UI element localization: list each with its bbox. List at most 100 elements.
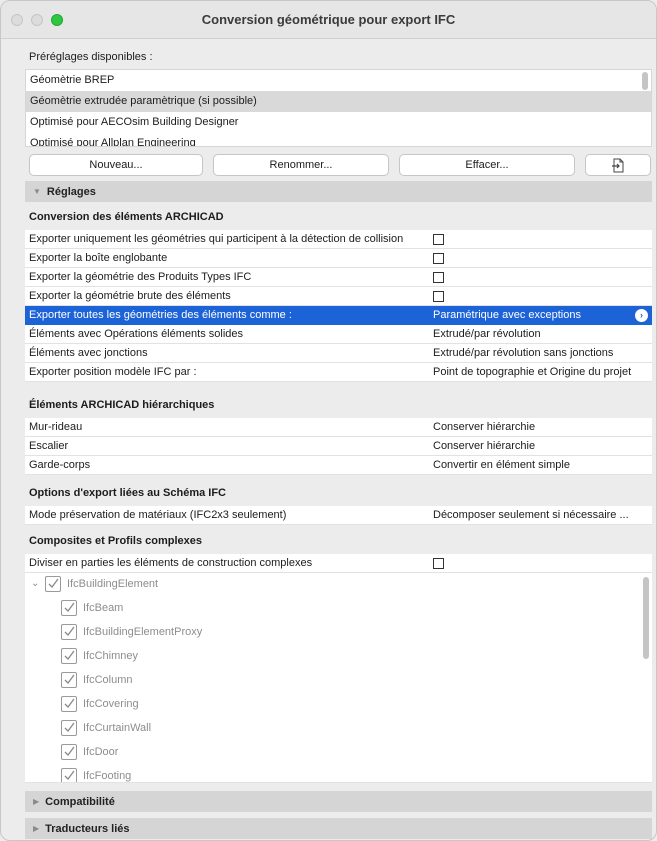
settings-section-title: Réglages — [46, 186, 96, 198]
row-value: Conserver hiérarchie — [433, 440, 536, 452]
row-value: Point de topographie et Origine du proje… — [433, 366, 632, 378]
preset-item[interactable]: Géomètrie BREP — [26, 70, 651, 91]
tree-node-label: IfcBeam — [83, 602, 124, 614]
hierarchical-table: Mur-rideau Conserver hiérarchie Escalier… — [25, 418, 652, 475]
conversion-row[interactable]: Exporter uniquement les géométries qui p… — [25, 230, 652, 249]
bounding-box-checkbox[interactable] — [433, 253, 444, 264]
expanded-triangle-icon: ▼ — [33, 187, 41, 196]
collapsed-triangle-icon: ▶ — [33, 797, 40, 806]
presets-label: Préréglages disponibles : — [29, 51, 153, 63]
conversion-row-selected[interactable]: Exporter toutes les géométries des éléme… — [25, 306, 652, 325]
hierarchical-row[interactable]: Mur-rideau Conserver hiérarchie — [25, 418, 652, 437]
row-label: Exporter uniquement les géométries qui p… — [29, 233, 404, 245]
compat-section-title: Compatibilité — [45, 796, 115, 808]
conversion-group-title: Conversion des éléments ARCHICAD — [29, 211, 224, 223]
tree-child-node[interactable]: IfcCovering — [61, 693, 139, 715]
collapsed-triangle-icon: ▶ — [33, 824, 40, 833]
tree-checkbox[interactable] — [61, 768, 77, 782]
tree-node-label: IfcFooting — [83, 770, 132, 782]
tree-checkbox[interactable] — [45, 576, 61, 592]
split-elements-checkbox[interactable] — [433, 558, 444, 569]
schema-group-title: Options d'export liées au Schéma IFC — [29, 487, 226, 499]
row-label: Exporter position modèle IFC par : — [29, 366, 197, 378]
composites-row[interactable]: Diviser en parties les éléments de const… — [25, 554, 652, 573]
checkmark-icon — [64, 674, 75, 684]
row-label: Exporter la géométrie des Produits Types… — [29, 271, 252, 283]
conversion-row[interactable]: Exporter position modèle IFC par : Point… — [25, 363, 652, 382]
row-label: Garde-corps — [29, 459, 91, 471]
conversion-row[interactable]: Exporter la géométrie brute des éléments — [25, 287, 652, 306]
rename-preset-button[interactable]: Renommer... — [213, 154, 389, 176]
composites-table: Diviser en parties les éléments de const… — [25, 554, 652, 573]
hierarchical-row[interactable]: Garde-corps Convertir en élément simple — [25, 456, 652, 475]
row-label: Exporter la boîte englobante — [29, 252, 168, 264]
row-value: Paramétrique avec exceptions — [433, 309, 581, 321]
checkmark-icon — [64, 626, 75, 636]
row-label: Diviser en parties les éléments de const… — [29, 557, 313, 569]
checkmark-icon — [64, 722, 75, 732]
chevron-right-icon[interactable]: › — [635, 309, 648, 322]
tree-child-node[interactable]: IfcChimney — [61, 645, 138, 667]
chevron-down-icon[interactable]: ⌄ — [31, 578, 39, 589]
tree-checkbox[interactable] — [61, 624, 77, 640]
row-value: Décomposer seulement si nécessaire ... — [433, 509, 629, 521]
tree-checkbox[interactable] — [61, 672, 77, 688]
tree-node-label: IfcBuildingElement — [67, 578, 159, 590]
row-value: Conserver hiérarchie — [433, 421, 536, 433]
ifc-conversion-window: Conversion géométrique pour export IFC P… — [0, 0, 657, 841]
tree-checkbox[interactable] — [61, 720, 77, 736]
tree-checkbox[interactable] — [61, 744, 77, 760]
conversion-row[interactable]: Éléments avec Opérations éléments solide… — [25, 325, 652, 344]
schema-row[interactable]: Mode préservation de matériaux (IFC2x3 s… — [25, 506, 652, 525]
compat-section-header[interactable]: ▶ Compatibilité — [25, 791, 652, 812]
preset-item[interactable]: Optimisé pour Allplan Engineering — [26, 133, 651, 146]
tree-node-label: IfcBuildingElementProxy — [83, 626, 203, 638]
raw-geometry-checkbox[interactable] — [433, 291, 444, 302]
row-label: Escalier — [29, 440, 69, 452]
composites-group-title: Composites et Profils complexes — [29, 535, 202, 547]
window-title: Conversion géométrique pour export IFC — [201, 12, 456, 27]
conversion-row[interactable]: Exporter la géométrie des Produits Types… — [25, 268, 652, 287]
tree-checkbox[interactable] — [61, 648, 77, 664]
row-label: Exporter la géométrie brute des éléments — [29, 290, 231, 302]
row-label: Éléments avec Opérations éléments solide… — [29, 328, 243, 340]
hierarchical-group-title: Éléments ARCHICAD hiérarchiques — [29, 399, 215, 411]
tree-root-node[interactable]: IfcBuildingElement — [45, 573, 158, 595]
hierarchical-row[interactable]: Escalier Conserver hiérarchie — [25, 437, 652, 456]
tree-child-node[interactable]: IfcCurtainWall — [61, 717, 151, 739]
checkmark-icon — [64, 602, 75, 612]
tree-child-node[interactable]: IfcDoor — [61, 741, 118, 763]
settings-section-header[interactable]: ▼ Réglages — [25, 181, 652, 202]
row-label: Mode préservation de matériaux (IFC2x3 s… — [29, 509, 287, 521]
tree-node-label: IfcChimney — [83, 650, 139, 662]
collision-only-checkbox[interactable] — [433, 234, 444, 245]
tree-child-node[interactable]: IfcFooting — [61, 765, 132, 782]
row-label: Mur-rideau — [29, 421, 83, 433]
row-value: Extrudé/par révolution — [433, 328, 541, 340]
row-label: Exporter toutes les géométries des éléme… — [29, 309, 292, 321]
translators-section-header[interactable]: ▶ Traducteurs liés — [25, 818, 652, 839]
tree-scrollbar[interactable] — [643, 577, 649, 659]
schema-table: Mode préservation de matériaux (IFC2x3 s… — [25, 506, 652, 525]
title-bar: Conversion géométrique pour export IFC — [1, 1, 656, 39]
conversion-row[interactable]: Éléments avec jonctions Extrudé/par révo… — [25, 344, 652, 363]
preset-item-selected[interactable]: Géomètrie extrudée paramètrique (si poss… — [26, 91, 651, 112]
tree-child-node[interactable]: IfcColumn — [61, 669, 133, 691]
row-value: Extrudé/par révolution sans jonctions — [433, 347, 614, 359]
preset-item[interactable]: Optimisé pour AECOsim Building Designer — [26, 112, 651, 133]
delete-preset-button[interactable]: Effacer... — [399, 154, 575, 176]
tree-child-node[interactable]: IfcBeam — [61, 597, 123, 619]
tree-child-node[interactable]: IfcBuildingElementProxy — [61, 621, 202, 643]
checkmark-icon — [64, 698, 75, 708]
presets-scrollbar[interactable] — [642, 72, 648, 90]
tree-node-label: IfcDoor — [83, 746, 119, 758]
tree-node-label: IfcCovering — [83, 698, 139, 710]
tree-checkbox[interactable] — [61, 696, 77, 712]
export-preset-button[interactable] — [585, 154, 651, 176]
type-products-checkbox[interactable] — [433, 272, 444, 283]
new-preset-button[interactable]: Nouveau... — [29, 154, 203, 176]
ifc-element-tree[interactable]: ⌄ IfcBuildingElement IfcBeam IfcBuilding… — [25, 573, 652, 783]
conversion-row[interactable]: Exporter la boîte englobante — [25, 249, 652, 268]
tree-checkbox[interactable] — [61, 600, 77, 616]
presets-list[interactable]: Géomètrie BREP Géomètrie extrudée paramè… — [25, 69, 652, 147]
